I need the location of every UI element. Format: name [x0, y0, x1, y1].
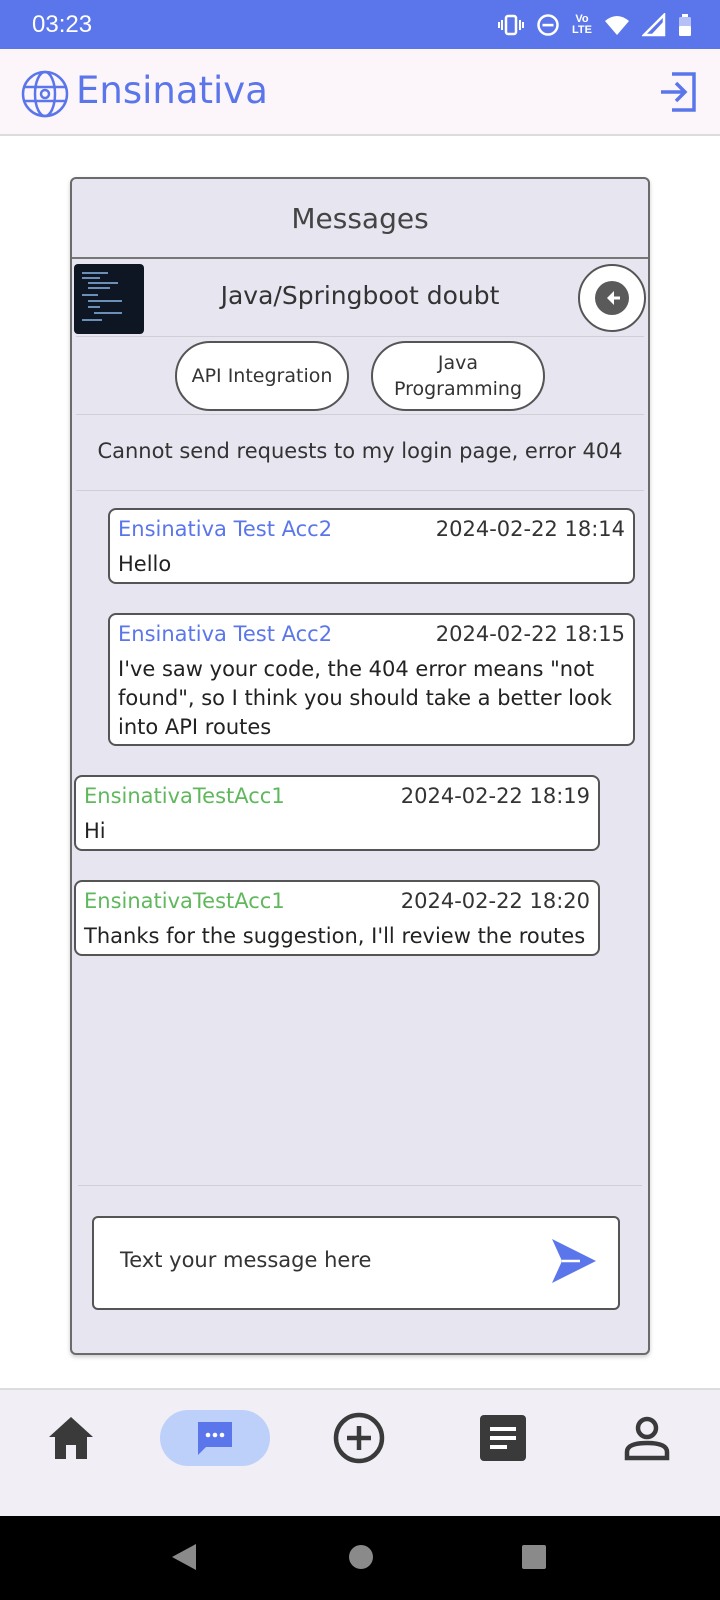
message-author: Ensinativa Test Acc2	[118, 517, 333, 541]
thread-tags: API Integration Java Programming	[76, 337, 644, 415]
nav-home[interactable]	[16, 1410, 126, 1466]
message-input[interactable]: Text your message here	[92, 1216, 620, 1310]
message-bubble: Ensinativa Test Acc2 2024-02-22 18:14 He…	[108, 508, 635, 584]
back-arrow-icon	[595, 281, 629, 315]
message-body: Hi	[84, 819, 106, 843]
messages-panel: Messages Java/Springboot doubt API Integ…	[70, 177, 650, 1355]
profile-icon	[624, 1416, 670, 1461]
home-nav-icon[interactable]	[347, 1542, 375, 1576]
thread-thumbnail	[74, 264, 144, 334]
thread-header: Java/Springboot doubt	[74, 259, 646, 337]
messages-icon	[198, 1422, 232, 1455]
signal-icon	[642, 13, 666, 37]
nav-posts[interactable]	[448, 1410, 558, 1466]
bottom-nav	[0, 1388, 720, 1516]
globe-icon	[20, 69, 70, 123]
posts-icon	[480, 1415, 526, 1461]
wifi-icon	[604, 14, 630, 36]
message-author: EnsinativaTestAcc1	[84, 889, 285, 913]
nav-messages[interactable]	[160, 1410, 270, 1466]
app-bar: Ensinativa	[0, 49, 720, 136]
battery-icon	[678, 13, 692, 37]
message-bubble: EnsinativaTestAcc1 2024-02-22 18:20 Than…	[74, 880, 600, 956]
add-icon	[333, 1412, 385, 1464]
send-icon[interactable]	[550, 1236, 598, 1290]
message-author: Ensinativa Test Acc2	[118, 622, 333, 646]
nav-add[interactable]	[304, 1410, 414, 1466]
message-body: I've saw your code, the 404 error means …	[118, 657, 612, 739]
dnd-icon	[536, 13, 560, 37]
message-date: 2024-02-22 18:15	[435, 622, 625, 646]
message-body: Hello	[118, 552, 172, 576]
message-author: EnsinativaTestAcc1	[84, 784, 285, 808]
nav-profile[interactable]	[592, 1410, 702, 1466]
message-bubble: EnsinativaTestAcc1 2024-02-22 18:19 Hi	[74, 775, 600, 851]
thread-question: Cannot send requests to my login page, e…	[76, 415, 644, 491]
recents-nav-icon[interactable]	[520, 1542, 548, 1576]
logout-icon[interactable]	[658, 71, 698, 117]
thread-title: Java/Springboot doubt	[220, 281, 500, 310]
message-bubble: Ensinativa Test Acc2 2024-02-22 18:15 I'…	[108, 613, 635, 746]
back-nav-icon[interactable]	[170, 1542, 198, 1576]
home-icon	[49, 1417, 93, 1459]
message-body: Thanks for the suggestion, I'll review t…	[84, 924, 586, 948]
message-date: 2024-02-22 18:14	[435, 517, 625, 541]
vibrate-icon	[498, 13, 525, 37]
system-nav-bar	[0, 1516, 720, 1600]
message-input-placeholder: Text your message here	[120, 1248, 372, 1272]
back-button[interactable]	[578, 264, 646, 332]
status-icons: Vo LTE	[498, 11, 692, 39]
panel-title: Messages	[72, 179, 648, 259]
brand-title: Ensinativa	[76, 69, 268, 112]
tag-chip[interactable]: Java Programming	[371, 340, 545, 411]
message-date: 2024-02-22 18:19	[400, 784, 590, 808]
tag-chip[interactable]: API Integration	[175, 340, 349, 411]
status-bar: 03:23 Vo LTE	[0, 0, 720, 49]
message-date: 2024-02-22 18:20	[400, 889, 590, 913]
volte-icon: Vo LTE	[572, 13, 592, 36]
composer-divider	[78, 1185, 642, 1186]
status-time: 03:23	[32, 11, 93, 38]
